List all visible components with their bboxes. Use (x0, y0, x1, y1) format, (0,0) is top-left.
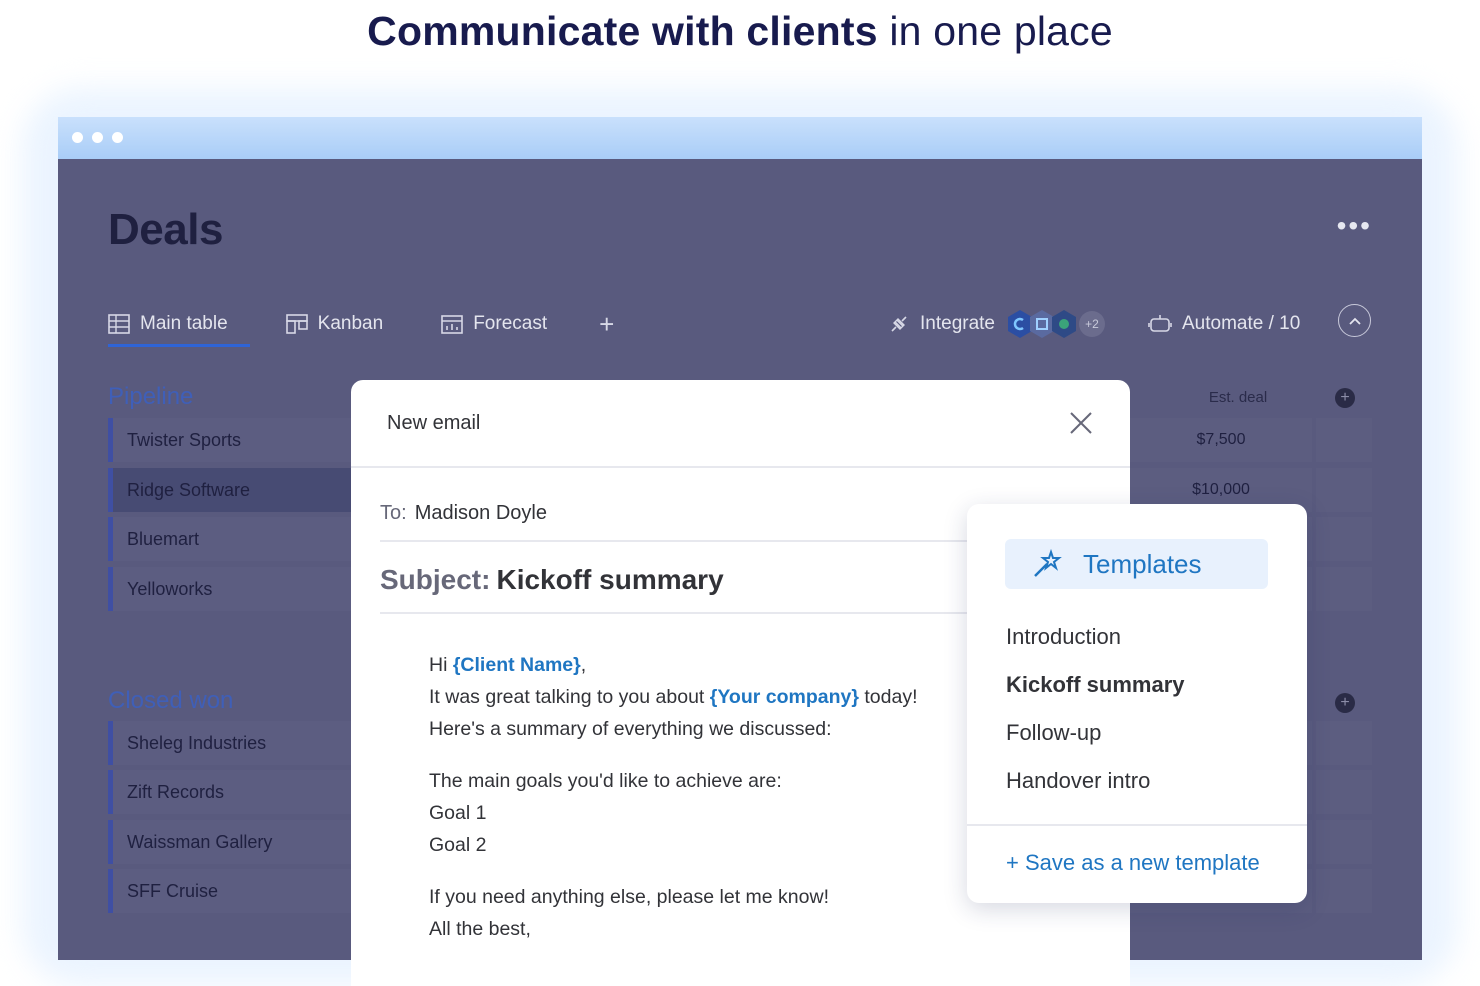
group-title-closed-won[interactable]: Closed won (108, 687, 233, 715)
dialog-header: New email (351, 380, 1130, 468)
table-cell (1316, 721, 1372, 765)
table-cell (1316, 418, 1372, 462)
body-line: Hi {Client Name}, (429, 649, 918, 681)
automate-label: Automate / 10 (1182, 313, 1301, 334)
integrate-label: Integrate (920, 313, 995, 334)
client-name-variable[interactable]: {Client Name} (453, 654, 581, 676)
to-value: Madison Doyle (414, 501, 547, 524)
headline: Communicate with clients in one place (0, 8, 1480, 55)
body-line: Goal 1 (429, 802, 487, 824)
close-icon[interactable] (1068, 410, 1094, 436)
page: Communicate with clients in one place De… (0, 0, 1480, 986)
table-cell[interactable]: $7,500 (1130, 418, 1312, 462)
templates-button-label: Templates (1083, 548, 1202, 579)
table-cell (1316, 770, 1372, 814)
tab-label: Kanban (317, 313, 384, 334)
tab-label: Main table (140, 313, 228, 334)
template-item-introduction[interactable]: Introduction (1006, 624, 1121, 650)
collapse-header-button[interactable] (1338, 304, 1371, 337)
table-cell (1316, 468, 1372, 512)
table-cell (1316, 567, 1372, 611)
automate-button[interactable]: Automate / 10 (1148, 303, 1300, 345)
board-title: Deals (108, 205, 223, 254)
table-row[interactable]: Sheleg Industries (108, 721, 353, 765)
add-column-icon[interactable]: + (1335, 693, 1355, 713)
table-cell (1316, 517, 1372, 561)
window-dot (112, 132, 123, 143)
integration-app-icon (1052, 310, 1076, 338)
table-row[interactable]: Yelloworks (108, 567, 353, 611)
body-line: Goal 2 (429, 834, 487, 856)
table-cell (1316, 869, 1372, 913)
headline-light-text: in one place (889, 8, 1113, 54)
magic-wand-icon (1034, 548, 1062, 577)
robot-icon (1148, 315, 1172, 332)
templates-popover: Templates Introduction Kickoff summary F… (967, 504, 1307, 903)
headline-light: in one place (889, 8, 1113, 54)
subject-label: Subject: (380, 564, 491, 595)
subject-value: Kickoff summary (496, 564, 724, 595)
body-text: Hi (429, 654, 453, 676)
forecast-icon (441, 315, 463, 334)
templates-button[interactable]: Templates (1005, 539, 1268, 589)
body-line: It was great talking to you about {Your … (429, 681, 918, 713)
table-cell (1316, 820, 1372, 864)
chevron-up-icon (1348, 317, 1361, 325)
column-header-est-deal[interactable]: Est. deal (1178, 389, 1298, 406)
company-variable[interactable]: {Your company} (710, 686, 859, 708)
more-integrations-badge[interactable]: +2 (1079, 311, 1105, 337)
email-body[interactable]: Hi {Client Name}, It was great talking t… (429, 649, 918, 945)
tab-main-table[interactable]: Main table (108, 304, 250, 347)
table-icon (108, 314, 130, 334)
more-options-icon[interactable]: ••• (1337, 212, 1372, 240)
table-row[interactable]: Waissman Gallery (108, 820, 353, 864)
template-item-kickoff-summary[interactable]: Kickoff summary (1006, 672, 1185, 698)
kanban-icon (285, 314, 308, 334)
headline-bold: Communicate with clients (367, 8, 878, 54)
template-item-follow-up[interactable]: Follow-up (1006, 720, 1101, 746)
integrate-icon (891, 316, 907, 332)
group-title-pipeline[interactable]: Pipeline (108, 383, 193, 411)
body-text: , (580, 654, 587, 676)
save-as-template-link[interactable]: + Save as a new template (1006, 850, 1260, 876)
table-row[interactable]: Bluemart (108, 517, 353, 561)
window-dot (72, 132, 83, 143)
table-row[interactable]: Twister Sports (108, 418, 353, 462)
table-row[interactable]: Ridge Software (108, 468, 353, 512)
body-text: today! (858, 686, 918, 708)
window-dot (92, 132, 103, 143)
body-line: Here's a summary of everything we discus… (429, 718, 832, 740)
body-line: If you need anything else, please let me… (429, 886, 829, 908)
tab-kanban[interactable]: Kanban (285, 304, 384, 344)
add-column-icon[interactable]: + (1335, 388, 1355, 408)
divider (967, 824, 1307, 826)
body-text: It was great talking to you about (429, 686, 710, 708)
tab-forecast[interactable]: Forecast (441, 304, 547, 344)
body-line: The main goals you'd like to achieve are… (429, 770, 782, 792)
view-tabs: Main table Kanban Forecast + (108, 303, 614, 347)
to-label: To: (380, 501, 407, 524)
table-row[interactable]: Zift Records (108, 770, 353, 814)
dialog-title: New email (387, 411, 481, 434)
body-line: All the best, (429, 918, 531, 940)
table-row[interactable]: SFF Cruise (108, 869, 353, 913)
add-view-button[interactable]: + (599, 309, 614, 340)
integrate-button[interactable]: Integrate +2 (888, 303, 1105, 345)
tab-label: Forecast (473, 313, 548, 334)
template-item-handover-intro[interactable]: Handover intro (1006, 768, 1150, 794)
window-titlebar (58, 117, 1422, 159)
